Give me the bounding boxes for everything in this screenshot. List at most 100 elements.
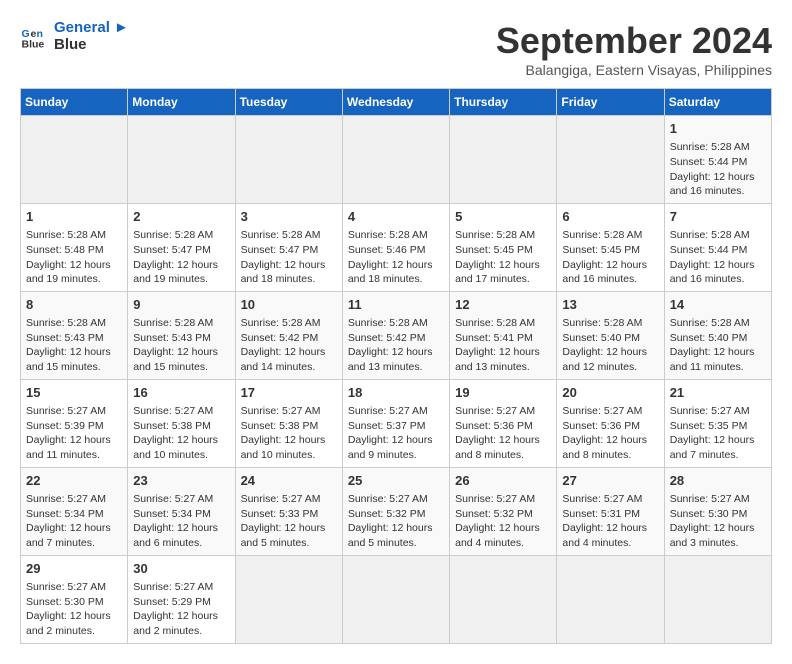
day-number: 22 [26, 472, 122, 490]
sunrise-text: Sunrise: 5:27 AM [241, 492, 337, 507]
day-number: 6 [562, 208, 658, 226]
day-number: 29 [26, 560, 122, 578]
calendar-cell: 12Sunrise: 5:28 AMSunset: 5:41 PMDayligh… [450, 291, 557, 379]
sunrise-text: Sunrise: 5:27 AM [670, 404, 766, 419]
sunset-text: Sunset: 5:39 PM [26, 419, 122, 434]
daylight-text: Daylight: 12 hours and 10 minutes. [241, 433, 337, 462]
sunset-text: Sunset: 5:35 PM [670, 419, 766, 434]
sunset-text: Sunset: 5:30 PM [670, 507, 766, 522]
calendar-cell: 1Sunrise: 5:28 AMSunset: 5:48 PMDaylight… [21, 203, 128, 291]
sunrise-text: Sunrise: 5:28 AM [670, 228, 766, 243]
location: Balangiga, Eastern Visayas, Philippines [496, 62, 772, 78]
sunset-text: Sunset: 5:45 PM [455, 243, 551, 258]
calendar-week-4: 15Sunrise: 5:27 AMSunset: 5:39 PMDayligh… [21, 379, 772, 467]
sunrise-text: Sunrise: 5:27 AM [241, 404, 337, 419]
calendar-cell [128, 116, 235, 204]
daylight-text: Daylight: 12 hours and 3 minutes. [670, 521, 766, 550]
calendar-cell [450, 116, 557, 204]
calendar-cell: 10Sunrise: 5:28 AMSunset: 5:42 PMDayligh… [235, 291, 342, 379]
sunrise-text: Sunrise: 5:27 AM [455, 404, 551, 419]
daylight-text: Daylight: 12 hours and 16 minutes. [670, 170, 766, 199]
sunrise-text: Sunrise: 5:27 AM [133, 404, 229, 419]
calendar-cell [342, 116, 449, 204]
calendar-cell: 5Sunrise: 5:28 AMSunset: 5:45 PMDaylight… [450, 203, 557, 291]
sunset-text: Sunset: 5:46 PM [348, 243, 444, 258]
logo-general: General [54, 19, 110, 36]
weekday-header-tuesday: Tuesday [235, 89, 342, 116]
day-number: 3 [241, 208, 337, 226]
logo-arrow: ► [110, 19, 129, 36]
sunset-text: Sunset: 5:40 PM [562, 331, 658, 346]
calendar-cell: 17 Sunrise: 5:27 AMSunset: 5:38 PMDayligh… [235, 379, 342, 467]
weekday-header-wednesday: Wednesday [342, 89, 449, 116]
calendar-cell: 19Sunrise: 5:27 AMSunset: 5:36 PMDayligh… [450, 379, 557, 467]
sunrise-text: Sunrise: 5:28 AM [241, 228, 337, 243]
day-number: 15 [26, 384, 122, 402]
title-block: September 2024 Balangiga, Eastern Visaya… [496, 20, 772, 78]
calendar-cell: 14Sunrise: 5:28 AMSunset: 5:40 PMDayligh… [664, 291, 771, 379]
sunset-text: Sunset: 5:43 PM [26, 331, 122, 346]
logo-icon: G e n Blue [20, 22, 50, 52]
day-number: 1 [670, 120, 766, 138]
day-number: 14 [670, 296, 766, 314]
day-number: 24 [241, 472, 337, 490]
sunrise-text: Sunrise: 5:27 AM [348, 404, 444, 419]
calendar-cell: 4Sunrise: 5:28 AMSunset: 5:46 PMDaylight… [342, 203, 449, 291]
daylight-text: Daylight: 12 hours and 11 minutes. [26, 433, 122, 462]
calendar-cell: 13Sunrise: 5:28 AMSunset: 5:40 PMDayligh… [557, 291, 664, 379]
day-number: 26 [455, 472, 551, 490]
calendar-cell: 29Sunrise: 5:27 AMSunset: 5:30 PMDayligh… [21, 555, 128, 643]
calendar-cell: 6Sunrise: 5:28 AMSunset: 5:45 PMDaylight… [557, 203, 664, 291]
day-number: 30 [133, 560, 229, 578]
sunrise-text: Sunrise: 5:28 AM [562, 316, 658, 331]
calendar-cell: 1Sunrise: 5:28 AMSunset: 5:44 PMDaylight… [664, 116, 771, 204]
calendar-table: SundayMondayTuesdayWednesdayThursdayFrid… [20, 88, 772, 644]
day-number: 11 [348, 296, 444, 314]
calendar-cell: 23Sunrise: 5:27 AMSunset: 5:34 PMDayligh… [128, 467, 235, 555]
sunset-text: Sunset: 5:36 PM [562, 419, 658, 434]
sunrise-text: Sunrise: 5:28 AM [26, 316, 122, 331]
calendar-cell: 8Sunrise: 5:28 AMSunset: 5:43 PMDaylight… [21, 291, 128, 379]
daylight-text: Daylight: 12 hours and 9 minutes. [348, 433, 444, 462]
sunrise-text: Sunrise: 5:27 AM [348, 492, 444, 507]
sunrise-text: Sunrise: 5:28 AM [455, 228, 551, 243]
sunset-text: Sunset: 5:31 PM [562, 507, 658, 522]
sunset-text: Sunset: 5:34 PM [26, 507, 122, 522]
daylight-text: Daylight: 12 hours and 6 minutes. [133, 521, 229, 550]
day-number: 13 [562, 296, 658, 314]
day-number: 17 [241, 384, 337, 402]
logo: G e n Blue General ► Blue [20, 20, 129, 53]
sunset-text: Sunset: 5:47 PM [241, 243, 337, 258]
daylight-text: Daylight: 12 hours and 14 minutes. [241, 345, 337, 374]
calendar-cell: 21Sunrise: 5:27 AMSunset: 5:35 PMDayligh… [664, 379, 771, 467]
weekday-header-saturday: Saturday [664, 89, 771, 116]
sunset-text: Sunset: 5:34 PM [133, 507, 229, 522]
calendar-week-5: 22Sunrise: 5:27 AMSunset: 5:34 PMDayligh… [21, 467, 772, 555]
sunset-text: Sunset: 5:40 PM [670, 331, 766, 346]
sunset-text: Sunset: 5:30 PM [26, 595, 122, 610]
calendar-cell: 3Sunrise: 5:28 AMSunset: 5:47 PMDaylight… [235, 203, 342, 291]
calendar-cell: 2Sunrise: 5:28 AMSunset: 5:47 PMDaylight… [128, 203, 235, 291]
sunset-text: Sunset: 5:45 PM [562, 243, 658, 258]
calendar-cell: 9Sunrise: 5:28 AMSunset: 5:43 PMDaylight… [128, 291, 235, 379]
calendar-cell: 7Sunrise: 5:28 AMSunset: 5:44 PMDaylight… [664, 203, 771, 291]
sunset-text: Sunset: 5:38 PM [241, 419, 337, 434]
daylight-text: Daylight: 12 hours and 5 minutes. [241, 521, 337, 550]
calendar-cell [21, 116, 128, 204]
sunrise-text: Sunrise: 5:27 AM [670, 492, 766, 507]
sunrise-text: Sunrise: 5:28 AM [241, 316, 337, 331]
calendar-cell: 16Sunrise: 5:27 AMSunset: 5:38 PMDayligh… [128, 379, 235, 467]
sunset-text: Sunset: 5:42 PM [241, 331, 337, 346]
sunrise-text: Sunrise: 5:28 AM [562, 228, 658, 243]
day-number: 5 [455, 208, 551, 226]
weekday-header-sunday: Sunday [21, 89, 128, 116]
daylight-text: Daylight: 12 hours and 11 minutes. [670, 345, 766, 374]
calendar-cell [235, 116, 342, 204]
sunrise-text: Sunrise: 5:28 AM [455, 316, 551, 331]
sunset-text: Sunset: 5:44 PM [670, 155, 766, 170]
sunrise-text: Sunrise: 5:27 AM [562, 404, 658, 419]
calendar-week-6: 29Sunrise: 5:27 AMSunset: 5:30 PMDayligh… [21, 555, 772, 643]
sunset-text: Sunset: 5:42 PM [348, 331, 444, 346]
day-number: 18 [348, 384, 444, 402]
day-number: 20 [562, 384, 658, 402]
